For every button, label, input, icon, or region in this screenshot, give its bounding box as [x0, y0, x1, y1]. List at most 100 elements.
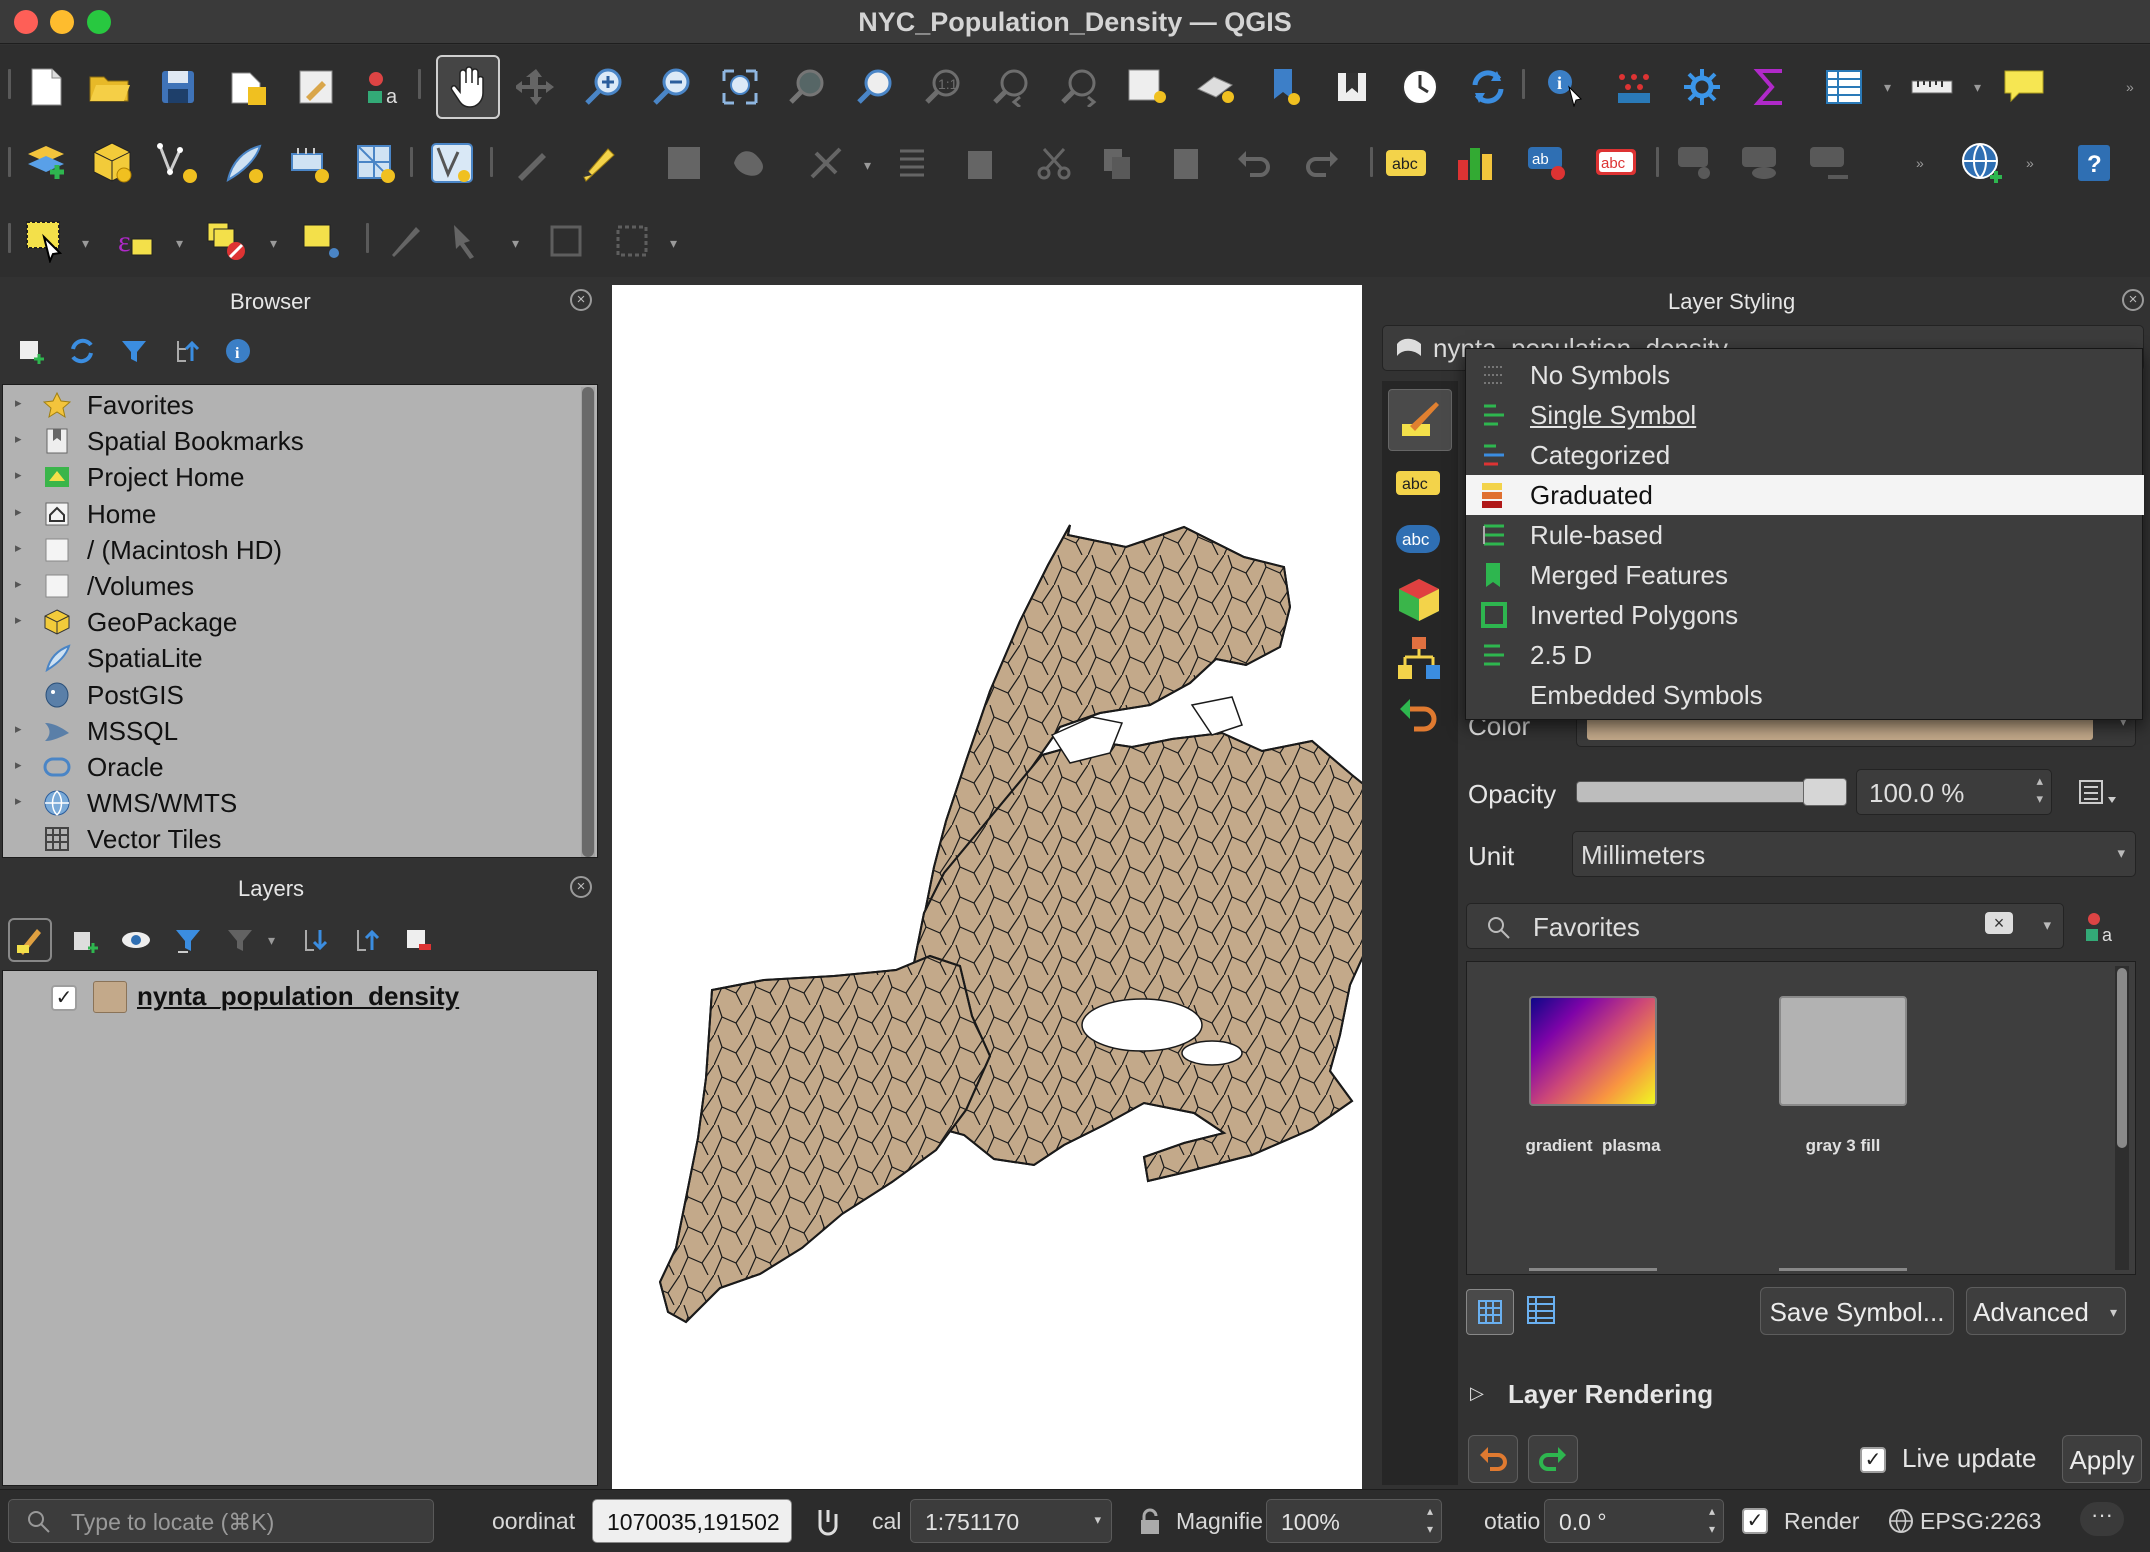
- mouse-coordinates-icon[interactable]: [812, 1506, 842, 1541]
- zoom-next-icon[interactable]: [1054, 61, 1106, 113]
- browser-item[interactable]: ▸ GeoPackage: [3, 604, 563, 640]
- expand-arrow-icon[interactable]: ▸: [15, 504, 22, 520]
- move-label-icon[interactable]: [1736, 137, 1788, 189]
- remove-layer-icon[interactable]: [398, 920, 438, 960]
- redo-icon[interactable]: [1296, 137, 1348, 189]
- zoom-native-icon[interactable]: 1:1: [918, 61, 970, 113]
- new-map-view-icon[interactable]: [1122, 61, 1174, 113]
- filter-by-expression-icon[interactable]: [220, 920, 260, 960]
- undo-style-button[interactable]: [1468, 1435, 1518, 1483]
- browser-item[interactable]: ▸ Project Home: [3, 459, 563, 495]
- data-source-manager-icon[interactable]: [20, 137, 72, 189]
- crs-globe-icon[interactable]: [1888, 1508, 1914, 1539]
- browser-item[interactable]: SpatiaLite: [3, 640, 563, 676]
- layer-name[interactable]: nynta_population_density: [137, 981, 459, 1012]
- symbol-list-scrollbar-thumb[interactable]: [2117, 968, 2127, 1148]
- apply-button[interactable]: Apply: [2062, 1435, 2142, 1483]
- open-attribute-table-icon[interactable]: [1608, 61, 1660, 113]
- browser-item[interactable]: ▸ /Volumes: [3, 568, 563, 604]
- filter-legend-icon[interactable]: [168, 920, 208, 960]
- show-bookmarks-icon[interactable]: [1326, 61, 1378, 113]
- refresh-browser-icon[interactable]: [62, 331, 102, 371]
- delete-selected-icon[interactable]: [954, 137, 1006, 189]
- expand-arrow-icon[interactable]: ▸: [15, 395, 22, 411]
- save-as-icon[interactable]: [222, 61, 274, 113]
- magnifier-spinbox[interactable]: 100% ▴ ▾: [1266, 1499, 1442, 1543]
- opacity-slider[interactable]: [1576, 778, 1847, 806]
- modify-attributes-icon[interactable]: [890, 137, 942, 189]
- move-annotation-icon[interactable]: [540, 215, 592, 267]
- label-tool-icon[interactable]: abc: [1380, 137, 1432, 189]
- collapse-all-layers-icon[interactable]: [346, 920, 386, 960]
- properties-info-icon[interactable]: i: [218, 331, 258, 371]
- zoom-to-layer-icon[interactable]: [850, 61, 902, 113]
- tab-labels[interactable]: abc: [1394, 469, 1444, 504]
- renderer-option[interactable]: Rule-based: [1466, 515, 2144, 555]
- browser-scrollbar-track[interactable]: [581, 387, 595, 857]
- zoom-full-icon[interactable]: [714, 61, 766, 113]
- map-tips-icon[interactable]: [1998, 61, 2050, 113]
- undo-icon[interactable]: [1228, 137, 1280, 189]
- renderer-option[interactable]: Single Symbol: [1466, 395, 2144, 435]
- select-by-expression-icon[interactable]: ε: [110, 215, 162, 267]
- collapse-all-icon[interactable]: [166, 331, 206, 371]
- new-shapefile-icon[interactable]: [152, 137, 204, 189]
- symbol-search-input[interactable]: Favorites × ▾: [1466, 903, 2064, 949]
- measure-icon[interactable]: [1906, 61, 1958, 113]
- coordinate-field[interactable]: 1070035,191502: [592, 1499, 792, 1543]
- layer-symbol-swatch[interactable]: [93, 981, 127, 1013]
- tab-diagrams[interactable]: [1396, 635, 1442, 686]
- refresh-icon[interactable]: [1462, 61, 1514, 113]
- browser-item[interactable]: ▸ / (Macintosh HD): [3, 532, 563, 568]
- browser-item[interactable]: ▸ Favorites: [3, 387, 563, 423]
- rotate-annotation-icon[interactable]: [606, 215, 658, 267]
- identify-annotation-icon[interactable]: [380, 215, 432, 267]
- messages-icon[interactable]: ···: [2080, 1502, 2124, 1536]
- layer-item[interactable]: ✓ nynta_population_density: [3, 971, 597, 1017]
- add-group-icon[interactable]: [64, 920, 104, 960]
- style-manager-icon[interactable]: a: [2082, 909, 2122, 950]
- new-3d-view-icon[interactable]: [1190, 61, 1242, 113]
- vertex-tool-icon[interactable]: [800, 137, 852, 189]
- temporal-controller-icon[interactable]: [1394, 61, 1446, 113]
- symbol-list-scrollbar-track[interactable]: [2115, 966, 2129, 1270]
- browser-item[interactable]: ▸ MSSQL: [3, 713, 563, 749]
- select-by-location-icon[interactable]: [294, 215, 346, 267]
- unit-select[interactable]: Millimeters ▾: [1572, 831, 2136, 877]
- new-mesh-icon[interactable]: [350, 137, 402, 189]
- browser-item[interactable]: ▸ WMS/WMTS: [3, 785, 563, 821]
- renderer-option[interactable]: Categorized: [1466, 435, 2144, 475]
- renderer-option[interactable]: Inverted Polygons: [1466, 595, 2144, 635]
- scale-select[interactable]: 1:751170 ▾: [910, 1499, 1112, 1543]
- browser-item[interactable]: ▸ Spatial Bookmarks: [3, 423, 563, 459]
- live-update-checkbox[interactable]: ✓: [1860, 1447, 1886, 1473]
- crs-label[interactable]: EPSG:2263: [1920, 1508, 2041, 1535]
- tab-history[interactable]: [1398, 693, 1442, 742]
- expand-arrow-icon[interactable]: ▸: [15, 576, 22, 592]
- browser-item[interactable]: PostGIS: [3, 677, 563, 713]
- statistics-icon[interactable]: [1744, 61, 1796, 113]
- open-project-icon[interactable]: [84, 61, 136, 113]
- pin-labels-icon[interactable]: ab: [1522, 137, 1574, 189]
- expand-arrow-icon[interactable]: ▸: [15, 757, 22, 773]
- cut-features-icon[interactable]: [1028, 137, 1080, 189]
- field-calculator-icon[interactable]: [1818, 61, 1870, 113]
- browser-item[interactable]: ▸ Oracle: [3, 749, 563, 785]
- zoom-in-icon[interactable]: [578, 61, 630, 113]
- highlight-labels-icon[interactable]: abc: [1590, 137, 1642, 189]
- plugins-globe-icon[interactable]: [1956, 137, 2008, 189]
- browser-item[interactable]: Vector Tiles: [3, 821, 563, 857]
- save-symbol-button[interactable]: Save Symbol...: [1760, 1287, 1954, 1335]
- select-features-icon[interactable]: [20, 215, 72, 267]
- locate-search-input[interactable]: Type to locate (⌘K): [8, 1499, 434, 1543]
- filter-browser-icon[interactable]: [114, 331, 154, 371]
- render-checkbox[interactable]: ✓: [1742, 1508, 1768, 1534]
- tab-masks[interactable]: abc: [1394, 523, 1444, 562]
- renderer-option[interactable]: No Symbols: [1466, 355, 2144, 395]
- zoom-out-icon[interactable]: [646, 61, 698, 113]
- tab-3d-view[interactable]: [1396, 577, 1442, 628]
- browser-item[interactable]: ▸ Home: [3, 496, 563, 532]
- add-polygon-icon[interactable]: [724, 137, 776, 189]
- map-canvas[interactable]: [612, 285, 1420, 1489]
- tab-symbology[interactable]: [1388, 389, 1452, 451]
